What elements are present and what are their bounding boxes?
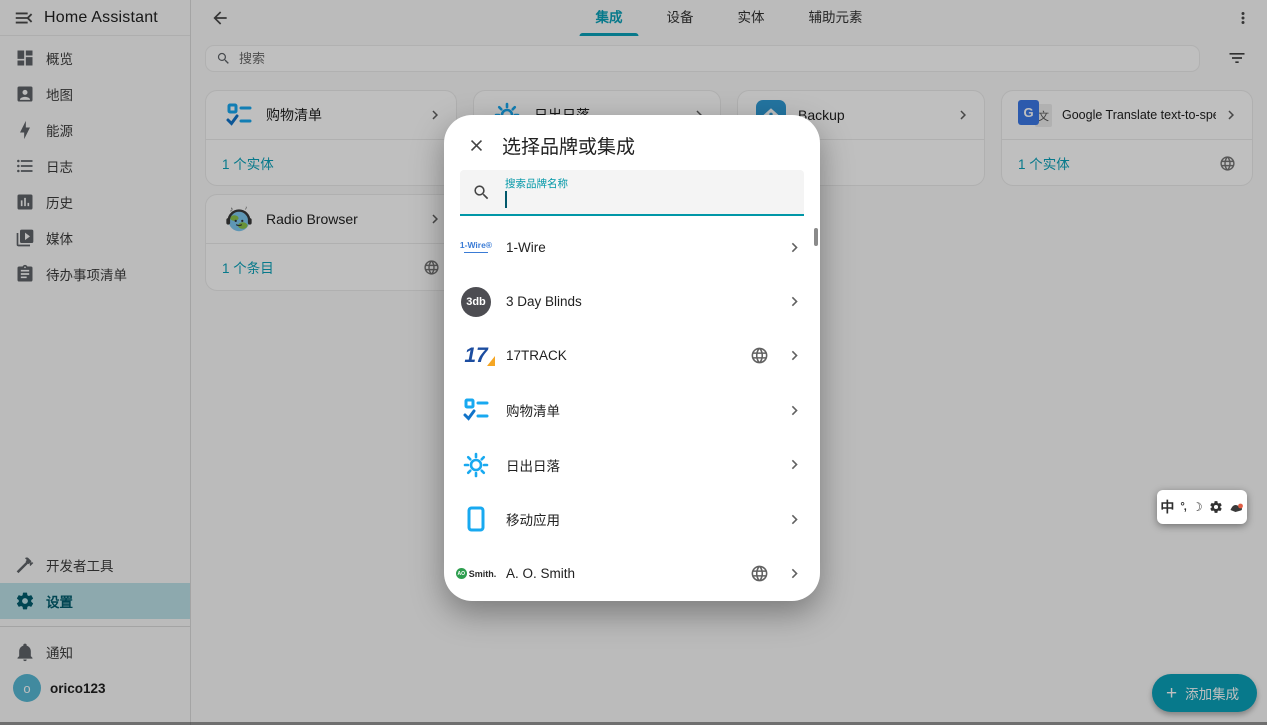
ime-fullwidth-moon-icon[interactable]: ☽ [1192,500,1203,514]
chevron-right-icon [785,238,804,257]
brand-search-input[interactable]: 搜索品牌名称 [505,170,792,214]
list-item-3-day-blinds[interactable]: 3db 3 Day Blinds [444,274,820,328]
pick-integration-dialog: 选择品牌或集成 搜索品牌名称 1-Wire® 1-Wire 3db [444,115,820,601]
globe-icon[interactable] [750,346,769,365]
ime-language-mode[interactable]: 中 [1160,497,1174,517]
item-label: 购物清单 [506,400,779,420]
phone-icon [456,499,496,539]
checklist-icon [456,390,496,430]
17track-logo: 17 [456,336,496,376]
list-item-mobile-app[interactable]: 移动应用 [444,492,820,546]
integration-list: 1-Wire® 1-Wire 3db 3 Day Blinds 17 17TRA… [444,220,820,601]
brand-search-field[interactable]: 搜索品牌名称 [460,170,804,216]
list-item-ao-smith[interactable]: AOSmith. A. O. Smith [444,546,820,600]
list-item-sun[interactable]: 日出日落 [444,438,820,492]
item-label: 1-Wire [506,240,779,255]
sun-icon [456,445,496,485]
1-wire-logo: 1-Wire® [456,227,496,267]
globe-icon[interactable] [750,564,769,583]
field-label: 搜索品牌名称 [505,176,568,191]
list-item-shopping-list[interactable]: 购物清单 [444,383,820,437]
3-day-blinds-logo: 3db [456,282,496,322]
ime-punctuation-mode[interactable]: °, [1180,501,1185,513]
chevron-right-icon [785,401,804,420]
search-icon [472,183,491,202]
item-label: 移动应用 [506,509,779,529]
item-label: 3 Day Blinds [506,294,779,309]
chevron-right-icon [785,564,804,583]
screen: Home Assistant 概览 地图 能源 日志 历史 [0,0,1267,725]
ime-settings-gear-icon[interactable] [1209,500,1223,514]
item-label: A. O. Smith [506,566,750,581]
chevron-right-icon [785,346,804,365]
chevron-right-icon [785,455,804,474]
chevron-right-icon [785,292,804,311]
dialog-title: 选择品牌或集成 [502,132,635,159]
item-label: 日出日落 [506,455,779,475]
text-caret [505,191,507,208]
ime-toolbar: 中 °, ☽ [1157,490,1247,524]
item-label: 17TRACK [506,348,750,363]
ime-app-icon[interactable] [1229,501,1244,514]
list-item-1-wire[interactable]: 1-Wire® 1-Wire [444,220,820,274]
close-icon[interactable] [464,134,488,158]
list-item-17track[interactable]: 17 17TRACK [444,329,820,383]
dialog-header: 选择品牌或集成 [444,115,820,159]
scrollbar-thumb[interactable] [814,228,818,246]
chevron-right-icon [785,510,804,529]
ao-smith-logo: AOSmith. [456,554,496,594]
